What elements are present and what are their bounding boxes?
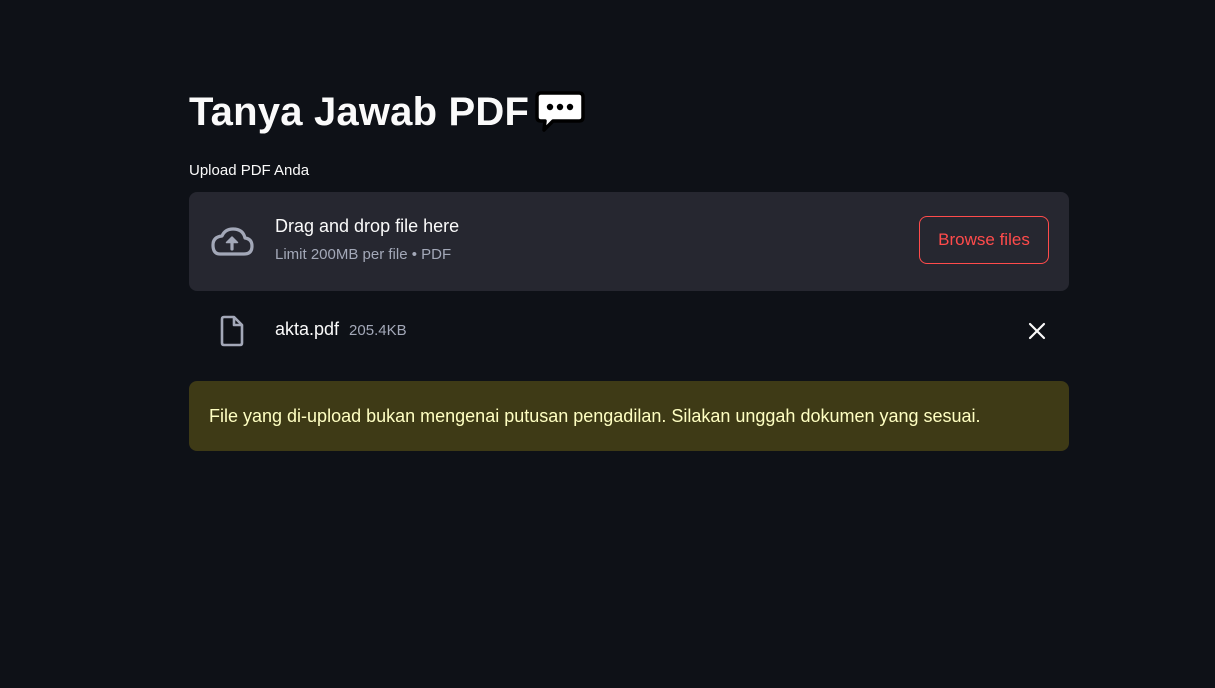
warning-message: File yang di-upload bukan mengenai putus… bbox=[209, 405, 981, 426]
cloud-upload-icon bbox=[211, 227, 254, 256]
warning-alert: File yang di-upload bukan mengenai putus… bbox=[189, 381, 1069, 451]
limit-text: Limit 200MB per file • PDF bbox=[275, 246, 452, 263]
file-name: akta.pdf bbox=[275, 319, 340, 339]
file-info: akta.pdf 205.4KB bbox=[275, 319, 407, 340]
file-icon bbox=[220, 315, 244, 347]
title-row: Tanya Jawab PDF bbox=[189, 84, 585, 140]
page-title: Tanya Jawab PDF bbox=[189, 89, 530, 134]
dropzone-instructions: Drag and drop file here Limit 200MB per … bbox=[275, 216, 459, 263]
uploaded-file-row: akta.pdf 205.4KB bbox=[189, 311, 1069, 351]
uploader-label: Upload PDF Anda bbox=[189, 162, 310, 179]
browse-files-button[interactable]: Browse files bbox=[919, 216, 1049, 264]
file-dropzone[interactable]: Drag and drop file here Limit 200MB per … bbox=[189, 192, 1069, 291]
close-icon[interactable] bbox=[1025, 319, 1049, 343]
drop-text: Drag and drop file here bbox=[275, 216, 460, 236]
file-size: 205.4KB bbox=[349, 322, 407, 339]
speech-balloon-icon bbox=[535, 91, 585, 132]
